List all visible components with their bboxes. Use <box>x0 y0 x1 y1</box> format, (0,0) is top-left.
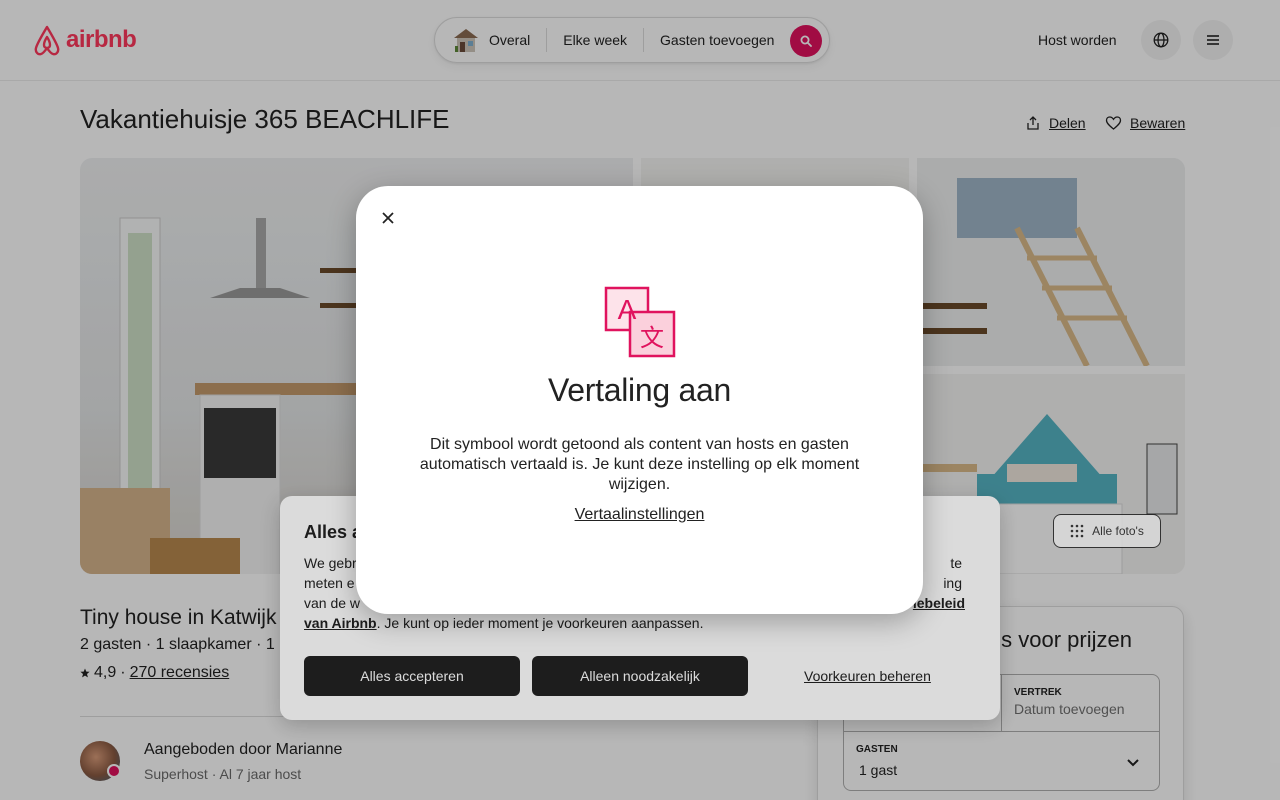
modal-description: Dit symbool wordt getoond als content va… <box>419 436 860 493</box>
translation-modal: A 文 Vertaling aan Dit symbool wordt geto… <box>356 186 923 614</box>
modal-title: Vertaling aan <box>548 372 731 408</box>
translation-settings-link[interactable]: Vertaalinstellingen <box>356 506 923 524</box>
close-button[interactable] <box>372 202 404 234</box>
close-icon <box>382 212 394 224</box>
translate-glyph-a: A <box>618 294 637 325</box>
translate-glyph-b: 文 <box>640 324 664 352</box>
translate-icon: A 文 <box>604 286 676 358</box>
